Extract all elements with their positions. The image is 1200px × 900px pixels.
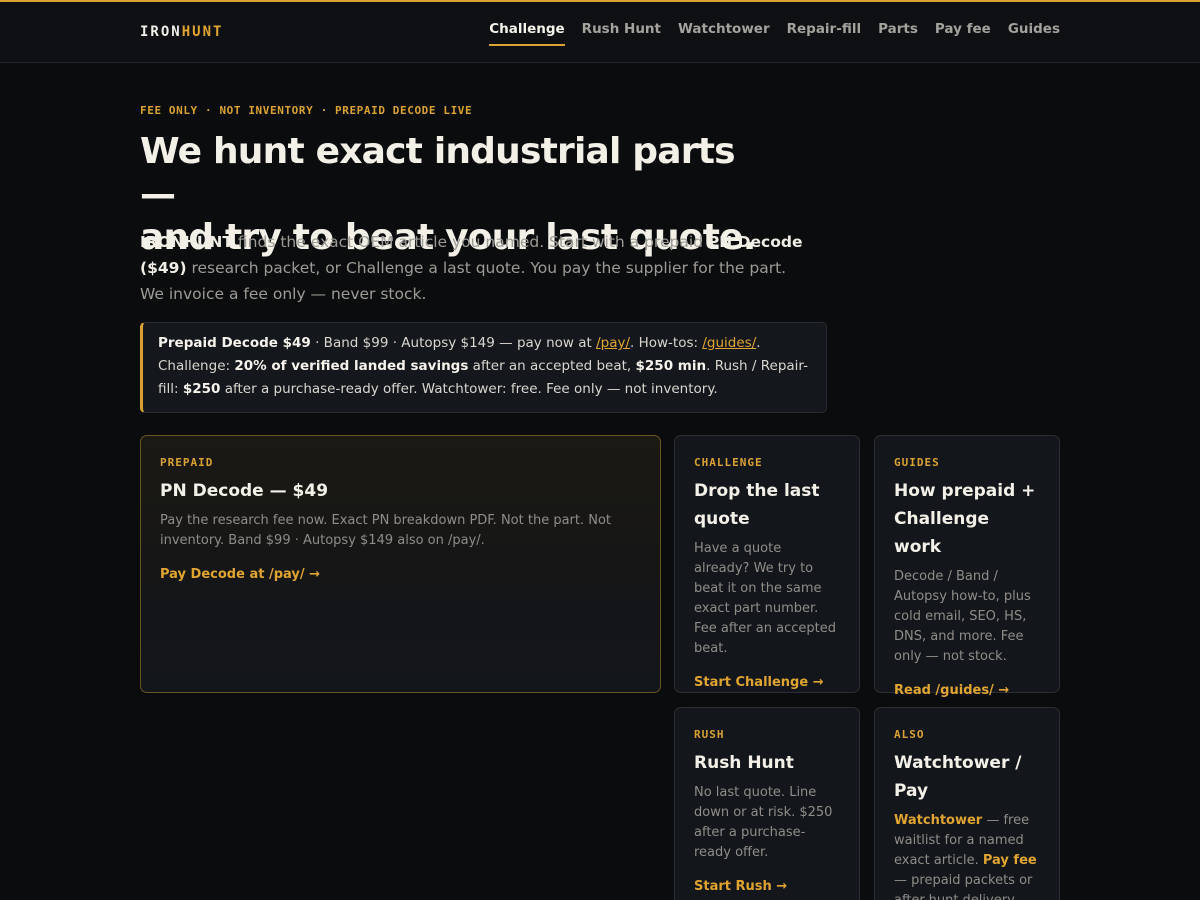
pay-fee-link[interactable]: Pay fee: [983, 853, 1037, 868]
card-title: Rush Hunt: [694, 753, 794, 773]
start-rush-link[interactable]: Start Rush →: [694, 879, 787, 894]
pricing-notice: Prepaid Decode $49 · Band $99 · Autopsy …: [140, 322, 827, 413]
nav-pay-fee[interactable]: Pay fee: [935, 21, 991, 46]
nav-rush-hunt[interactable]: Rush Hunt: [582, 21, 661, 46]
card-desc: Watchtower — free waitlist for a named e…: [894, 811, 1040, 900]
card-guides: GUIDES How prepaid + Challenge work Deco…: [874, 435, 1060, 698]
card-title: Drop the last quote: [694, 481, 820, 529]
nav-watchtower[interactable]: Watchtower: [678, 21, 770, 46]
notice-fee: $250: [182, 381, 221, 397]
pay-decode-link[interactable]: Pay Decode at /pay/ →: [160, 567, 320, 582]
card-rush: RUSH Rush Hunt No last quote. Line down …: [674, 707, 860, 900]
card-desc: No last quote. Line down or at risk. $25…: [694, 785, 833, 860]
lead-text-1: finds the exact OEM article you named. S…: [232, 233, 708, 251]
start-challenge-link[interactable]: Start Challenge →: [694, 675, 824, 690]
nav-repair-fill[interactable]: Repair-fill: [787, 21, 861, 46]
card-kicker: GUIDES: [894, 456, 940, 469]
card-kicker: CHALLENGE: [694, 456, 763, 469]
hero-lead: IRONHUNT finds the exact OEM article you…: [140, 229, 810, 307]
card-title: How prepaid + Challenge work: [894, 481, 1036, 557]
notice-savings: 20% of verified landed savings: [234, 358, 469, 374]
brand-main: IRON: [140, 24, 182, 40]
card-kicker: ALSO: [894, 728, 925, 741]
nav-guides[interactable]: Guides: [1008, 21, 1060, 46]
lead-brand: IRONHUNT: [140, 233, 233, 251]
card-challenge: CHALLENGE Drop the last quote Have a quo…: [674, 435, 860, 693]
card-also: ALSO Watchtower / Pay Watchtower — free …: [874, 707, 1060, 900]
lead-text-2: research packet, or Challenge a last quo…: [140, 259, 787, 303]
main-nav: Challenge Rush Hunt Watchtower Repair-fi…: [489, 21, 1060, 46]
brand-accent: HUNT: [181, 24, 224, 40]
notice-prepaid: Prepaid Decode $49: [158, 335, 311, 351]
read-guides-link[interactable]: Read /guides/ →: [894, 683, 1009, 698]
pay-link[interactable]: /pay/: [596, 335, 630, 351]
hero-title-line1: We hunt exact industrial parts —: [140, 131, 736, 215]
notice-text-2: . How-tos:: [630, 335, 703, 351]
card-desc: Decode / Band / Autopsy how-to, plus col…: [894, 569, 1031, 664]
watchtower-link[interactable]: Watchtower: [894, 813, 982, 828]
card-prepaid: PREPAID PN Decode — $49 Pay the research…: [140, 435, 661, 693]
card-title: Watchtower / Pay: [894, 753, 1022, 801]
card-kicker: RUSH: [694, 728, 725, 741]
notice-text-1: · Band $99 · Autopsy $149 — pay now at: [310, 335, 597, 351]
hero-eyebrow: FEE ONLY · NOT INVENTORY · PREPAID DECOD…: [140, 104, 473, 117]
notice-text-4: after an accepted beat,: [468, 358, 636, 374]
nav-parts[interactable]: Parts: [878, 21, 918, 46]
guides-link[interactable]: /guides/: [702, 335, 756, 351]
card-desc: Pay the research fee now. Exact PN break…: [160, 513, 612, 548]
notice-text-6: after a purchase-ready offer. Watchtower…: [220, 381, 718, 397]
nav-challenge[interactable]: Challenge: [489, 21, 565, 46]
card-title: PN Decode — $49: [160, 481, 329, 501]
site-header: IRONHUNT Challenge Rush Hunt Watchtower …: [0, 2, 1200, 63]
also-text-2: — prepaid packets or after-hunt delivery…: [894, 873, 1033, 900]
brand-logo[interactable]: IRONHUNT: [140, 24, 223, 40]
card-kicker: PREPAID: [160, 456, 214, 469]
card-desc: Have a quote already? We try to beat it …: [694, 541, 836, 656]
notice-min: $250 min: [635, 358, 707, 374]
